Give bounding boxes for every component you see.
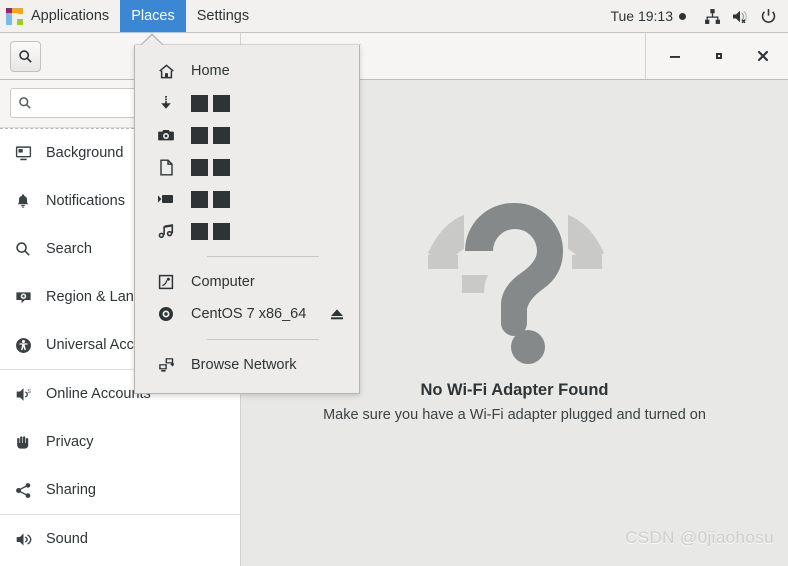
maximize-button[interactable] [708, 45, 730, 67]
menu-settings[interactable]: Settings [186, 0, 260, 32]
places-item-videos[interactable] [135, 183, 359, 215]
share-icon [14, 481, 32, 499]
places-menu: Home Computer CentOS 7 x86_64 Browse Net… [134, 33, 361, 394]
places-menu-separator [207, 339, 319, 340]
no-wifi-subtitle: Make sure you have a Wi-Fi adapter plugg… [323, 407, 706, 423]
places-item-label-tofu [191, 158, 230, 176]
no-wifi-title: No Wi-Fi Adapter Found [420, 381, 609, 399]
places-item-browse-network[interactable]: Browse Network [135, 349, 359, 381]
places-item-label-tofu [191, 222, 230, 240]
places-item-home[interactable]: Home [135, 55, 359, 87]
places-item-label-tofu [191, 94, 230, 112]
bell-icon [14, 192, 32, 210]
places-menu-separator [207, 256, 319, 257]
window-controls [645, 33, 788, 79]
sidebar-item-privacy[interactable]: Privacy [0, 418, 240, 466]
places-item-pictures[interactable] [135, 119, 359, 151]
places-item-centos-disc[interactable]: CentOS 7 x86_64 [135, 298, 359, 330]
search-icon [19, 97, 31, 109]
menu-applications[interactable]: Applications [0, 0, 120, 32]
sidebar-item-label: Sound [46, 531, 88, 547]
search-icon [14, 240, 32, 258]
places-item-computer[interactable]: Computer [135, 266, 359, 298]
places-item-downloads[interactable] [135, 87, 359, 119]
sidebar-item-label: Background [46, 145, 124, 161]
region-language-icon [14, 288, 32, 306]
places-item-label: Browse Network [191, 357, 297, 373]
watermark: CSDN @0jiaohosu [625, 528, 774, 547]
minimize-button[interactable] [664, 45, 686, 67]
network-icon[interactable] [698, 0, 726, 33]
speaker-icon [14, 530, 32, 548]
desktop-root: Applications Places Settings Tue 19:13 B… [0, 0, 788, 566]
places-item-label: Computer [191, 274, 255, 290]
top-panel: Applications Places Settings Tue 19:13 [0, 0, 788, 33]
recording-dot-icon [679, 12, 686, 20]
sidebar-search-button[interactable] [10, 40, 41, 72]
sidebar-item-label: Search [46, 241, 92, 257]
menu-applications-label: Applications [31, 8, 110, 24]
sidebar-item-sound[interactable]: Sound [0, 515, 240, 563]
sidebar-item-sharing[interactable]: Sharing [0, 466, 240, 514]
camera-icon [157, 126, 175, 144]
menu-places-label: Places [131, 8, 175, 24]
network-browse-icon [157, 356, 175, 374]
document-icon [157, 158, 175, 176]
places-item-documents[interactable] [135, 151, 359, 183]
places-item-label-tofu [191, 190, 230, 208]
places-item-label: CentOS 7 x86_64 [191, 306, 307, 322]
background-icon [14, 144, 32, 162]
downloads-icon [157, 94, 175, 112]
volume-muted-icon[interactable] [726, 0, 754, 33]
window-titlebar: Settings [0, 33, 788, 80]
disc-icon [157, 305, 175, 323]
places-item-label: Home [191, 63, 230, 79]
hand-icon [14, 433, 32, 451]
accessibility-icon [14, 336, 32, 354]
music-icon [157, 222, 175, 240]
clock[interactable]: Tue 19:13 [598, 8, 698, 24]
home-icon [157, 62, 175, 80]
close-button[interactable] [752, 45, 774, 67]
menu-settings-label: Settings [196, 8, 250, 24]
eject-icon[interactable] [329, 306, 345, 322]
sidebar-item-label: Privacy [46, 434, 94, 450]
computer-icon [157, 273, 175, 291]
panel-status-area: Tue 19:13 [598, 0, 788, 32]
question-mark-wifi-icon [420, 189, 610, 369]
sidebar-item-label: Notifications [46, 193, 125, 209]
window-body: Background Notifications Search Region &… [0, 80, 788, 566]
menu-places[interactable]: Places [120, 0, 186, 32]
power-icon[interactable] [754, 0, 782, 33]
sidebar-item-label: Sharing [46, 482, 96, 498]
places-item-label-tofu [191, 126, 230, 144]
panel-spacer [260, 0, 598, 32]
centos-pinwheel-icon [6, 7, 23, 25]
settings-window: Settings [0, 33, 788, 566]
video-icon [157, 190, 175, 208]
svg-text:S: S [27, 388, 31, 394]
clock-label: Tue 19:13 [610, 8, 673, 24]
online-accounts-icon: S [14, 385, 32, 403]
menu-arrow [135, 33, 361, 45]
places-item-music[interactable] [135, 215, 359, 247]
